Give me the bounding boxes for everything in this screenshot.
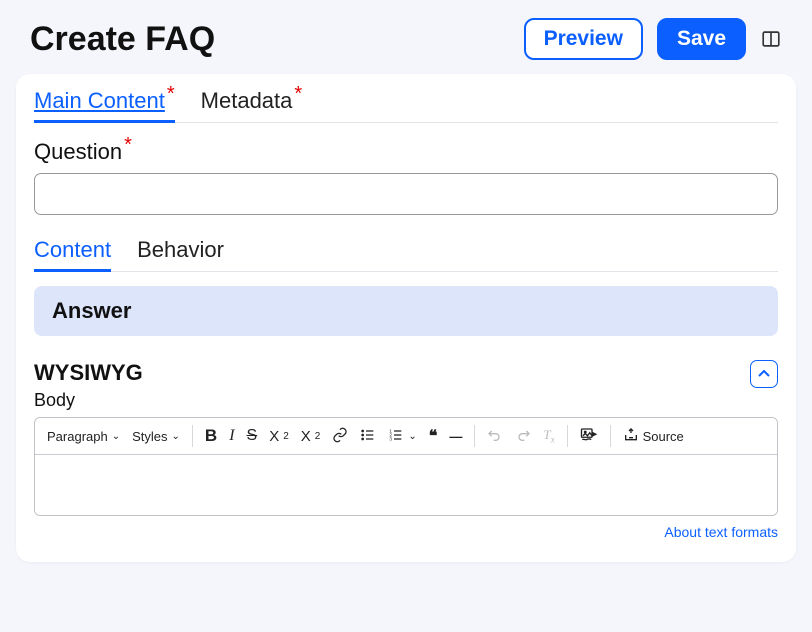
collapse-button[interactable] (750, 360, 778, 388)
tab-main-content-label: Main Content (34, 88, 165, 114)
undo-button[interactable] (481, 423, 509, 450)
styles-dropdown[interactable]: Styles ⌄ (126, 425, 186, 448)
tab-main-content[interactable]: Main Content * (34, 88, 175, 123)
editor-toolbar: Paragraph ⌄ Styles ⌄ B I S X2 X2 (35, 418, 777, 455)
hr-icon: — (449, 429, 462, 444)
chevron-down-icon: ⌄ (408, 431, 416, 442)
sidebar-toggle-icon[interactable] (760, 28, 782, 50)
tab-metadata-label: Metadata (201, 88, 293, 114)
toolbar-separator (567, 425, 568, 447)
main-tabs: Main Content * Metadata * (34, 88, 778, 123)
numbered-list-icon: 123 (388, 427, 404, 446)
tab-metadata[interactable]: Metadata * (201, 88, 303, 122)
link-icon (332, 427, 348, 446)
required-indicator: * (167, 84, 175, 104)
paragraph-dropdown[interactable]: Paragraph ⌄ (41, 425, 126, 448)
wysiwyg-title: WYSIWYG (34, 360, 143, 386)
page-title: Create FAQ (30, 20, 215, 59)
editor-container: Paragraph ⌄ Styles ⌄ B I S X2 X2 (34, 417, 778, 516)
link-button[interactable] (326, 423, 354, 450)
toolbar-separator (610, 425, 611, 447)
form-card: Main Content * Metadata * Question * Con… (16, 74, 796, 562)
preview-button[interactable]: Preview (524, 18, 643, 60)
quote-icon: ❝ (429, 426, 438, 446)
superscript-button[interactable]: X2 (295, 424, 327, 449)
editor-content-area[interactable] (35, 455, 777, 515)
horizontal-rule-button[interactable]: — (443, 425, 468, 448)
clear-format-button[interactable]: Tx (537, 423, 560, 449)
subtab-behavior[interactable]: Behavior (137, 237, 224, 271)
question-label: Question * (34, 139, 778, 165)
source-icon (623, 427, 639, 446)
required-indicator: * (124, 135, 132, 155)
answer-section-header: Answer (34, 286, 778, 336)
save-button[interactable]: Save (657, 18, 746, 60)
quote-button[interactable]: ❝ (423, 422, 444, 450)
redo-icon (515, 427, 531, 446)
required-indicator: * (294, 84, 302, 104)
toolbar-separator (474, 425, 475, 447)
chevron-down-icon: ⌄ (112, 431, 120, 442)
redo-button[interactable] (509, 423, 537, 450)
italic-button[interactable]: I (223, 423, 240, 449)
bullet-list-button[interactable] (354, 423, 382, 450)
source-button[interactable]: Source (617, 423, 690, 450)
media-button[interactable] (574, 423, 604, 450)
bold-button[interactable]: B (199, 422, 223, 450)
body-label: Body (34, 390, 143, 411)
question-input[interactable] (34, 173, 778, 215)
undo-icon (487, 427, 503, 446)
clear-format-icon: Tx (543, 427, 554, 445)
numbered-list-button[interactable]: 123 ⌄ (382, 423, 422, 450)
chevron-down-icon: ⌄ (172, 431, 180, 442)
sub-tabs: Content Behavior (34, 237, 778, 272)
svg-text:3: 3 (390, 436, 393, 441)
toolbar-separator (192, 425, 193, 447)
strikethrough-button[interactable]: S (241, 423, 264, 449)
chevron-up-icon (758, 365, 770, 383)
list-icon (360, 427, 376, 446)
subtab-content[interactable]: Content (34, 237, 111, 272)
about-text-formats-link[interactable]: About text formats (34, 524, 778, 540)
subscript-button[interactable]: X2 (263, 424, 295, 449)
media-icon (580, 427, 598, 446)
